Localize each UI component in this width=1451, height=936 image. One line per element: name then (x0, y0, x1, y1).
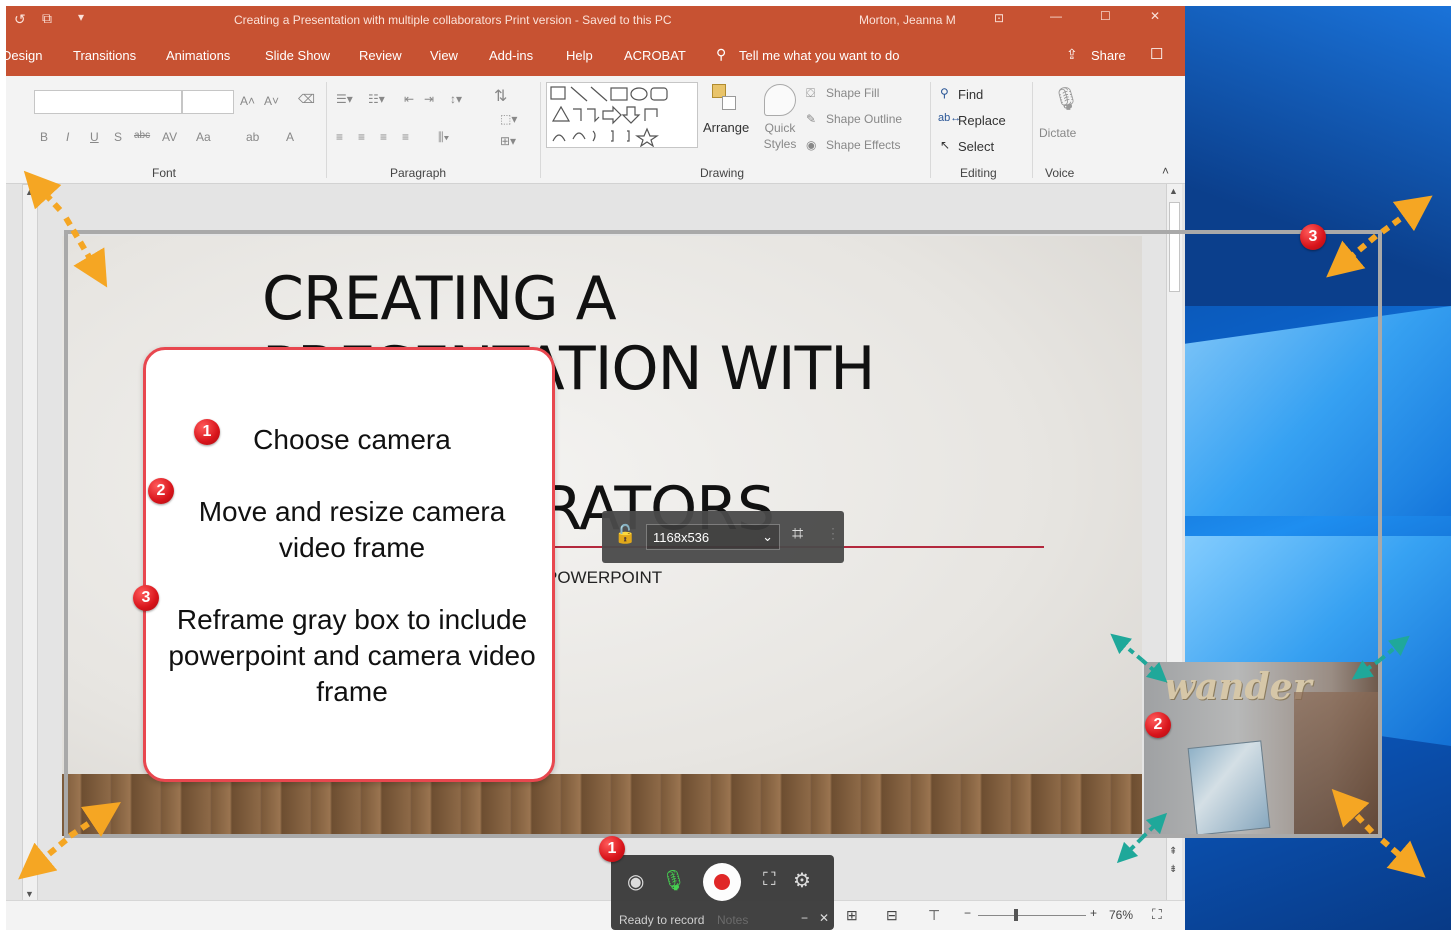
resize-arrow-top-right-out (1380, 195, 1433, 235)
resize-arrow-bottom-right-in (1331, 788, 1375, 835)
resize-arrow-top-left-in (63, 216, 108, 288)
screenshot-root: ↺ ⧉ ▾ Creating a Presentation with multi… (0, 0, 1451, 936)
camera-resize-arrow (1351, 658, 1382, 680)
resize-arrow-top-left-out (23, 170, 63, 213)
resize-arrow-bottom-left-out (18, 837, 68, 880)
resize-arrow-bottom-left-in (68, 802, 121, 839)
camera-resize-arrow (1110, 633, 1144, 662)
resize-arrow-bottom-right-out (1380, 837, 1426, 878)
camera-resize-arrow (1140, 658, 1168, 683)
resize-arrow-top-right-in (1326, 233, 1378, 278)
camera-resize-arrow (1378, 635, 1410, 662)
annotation-arrows (18, 170, 1433, 880)
camera-resize-arrow (1140, 812, 1168, 840)
camera-resize-arrow (1116, 836, 1144, 864)
